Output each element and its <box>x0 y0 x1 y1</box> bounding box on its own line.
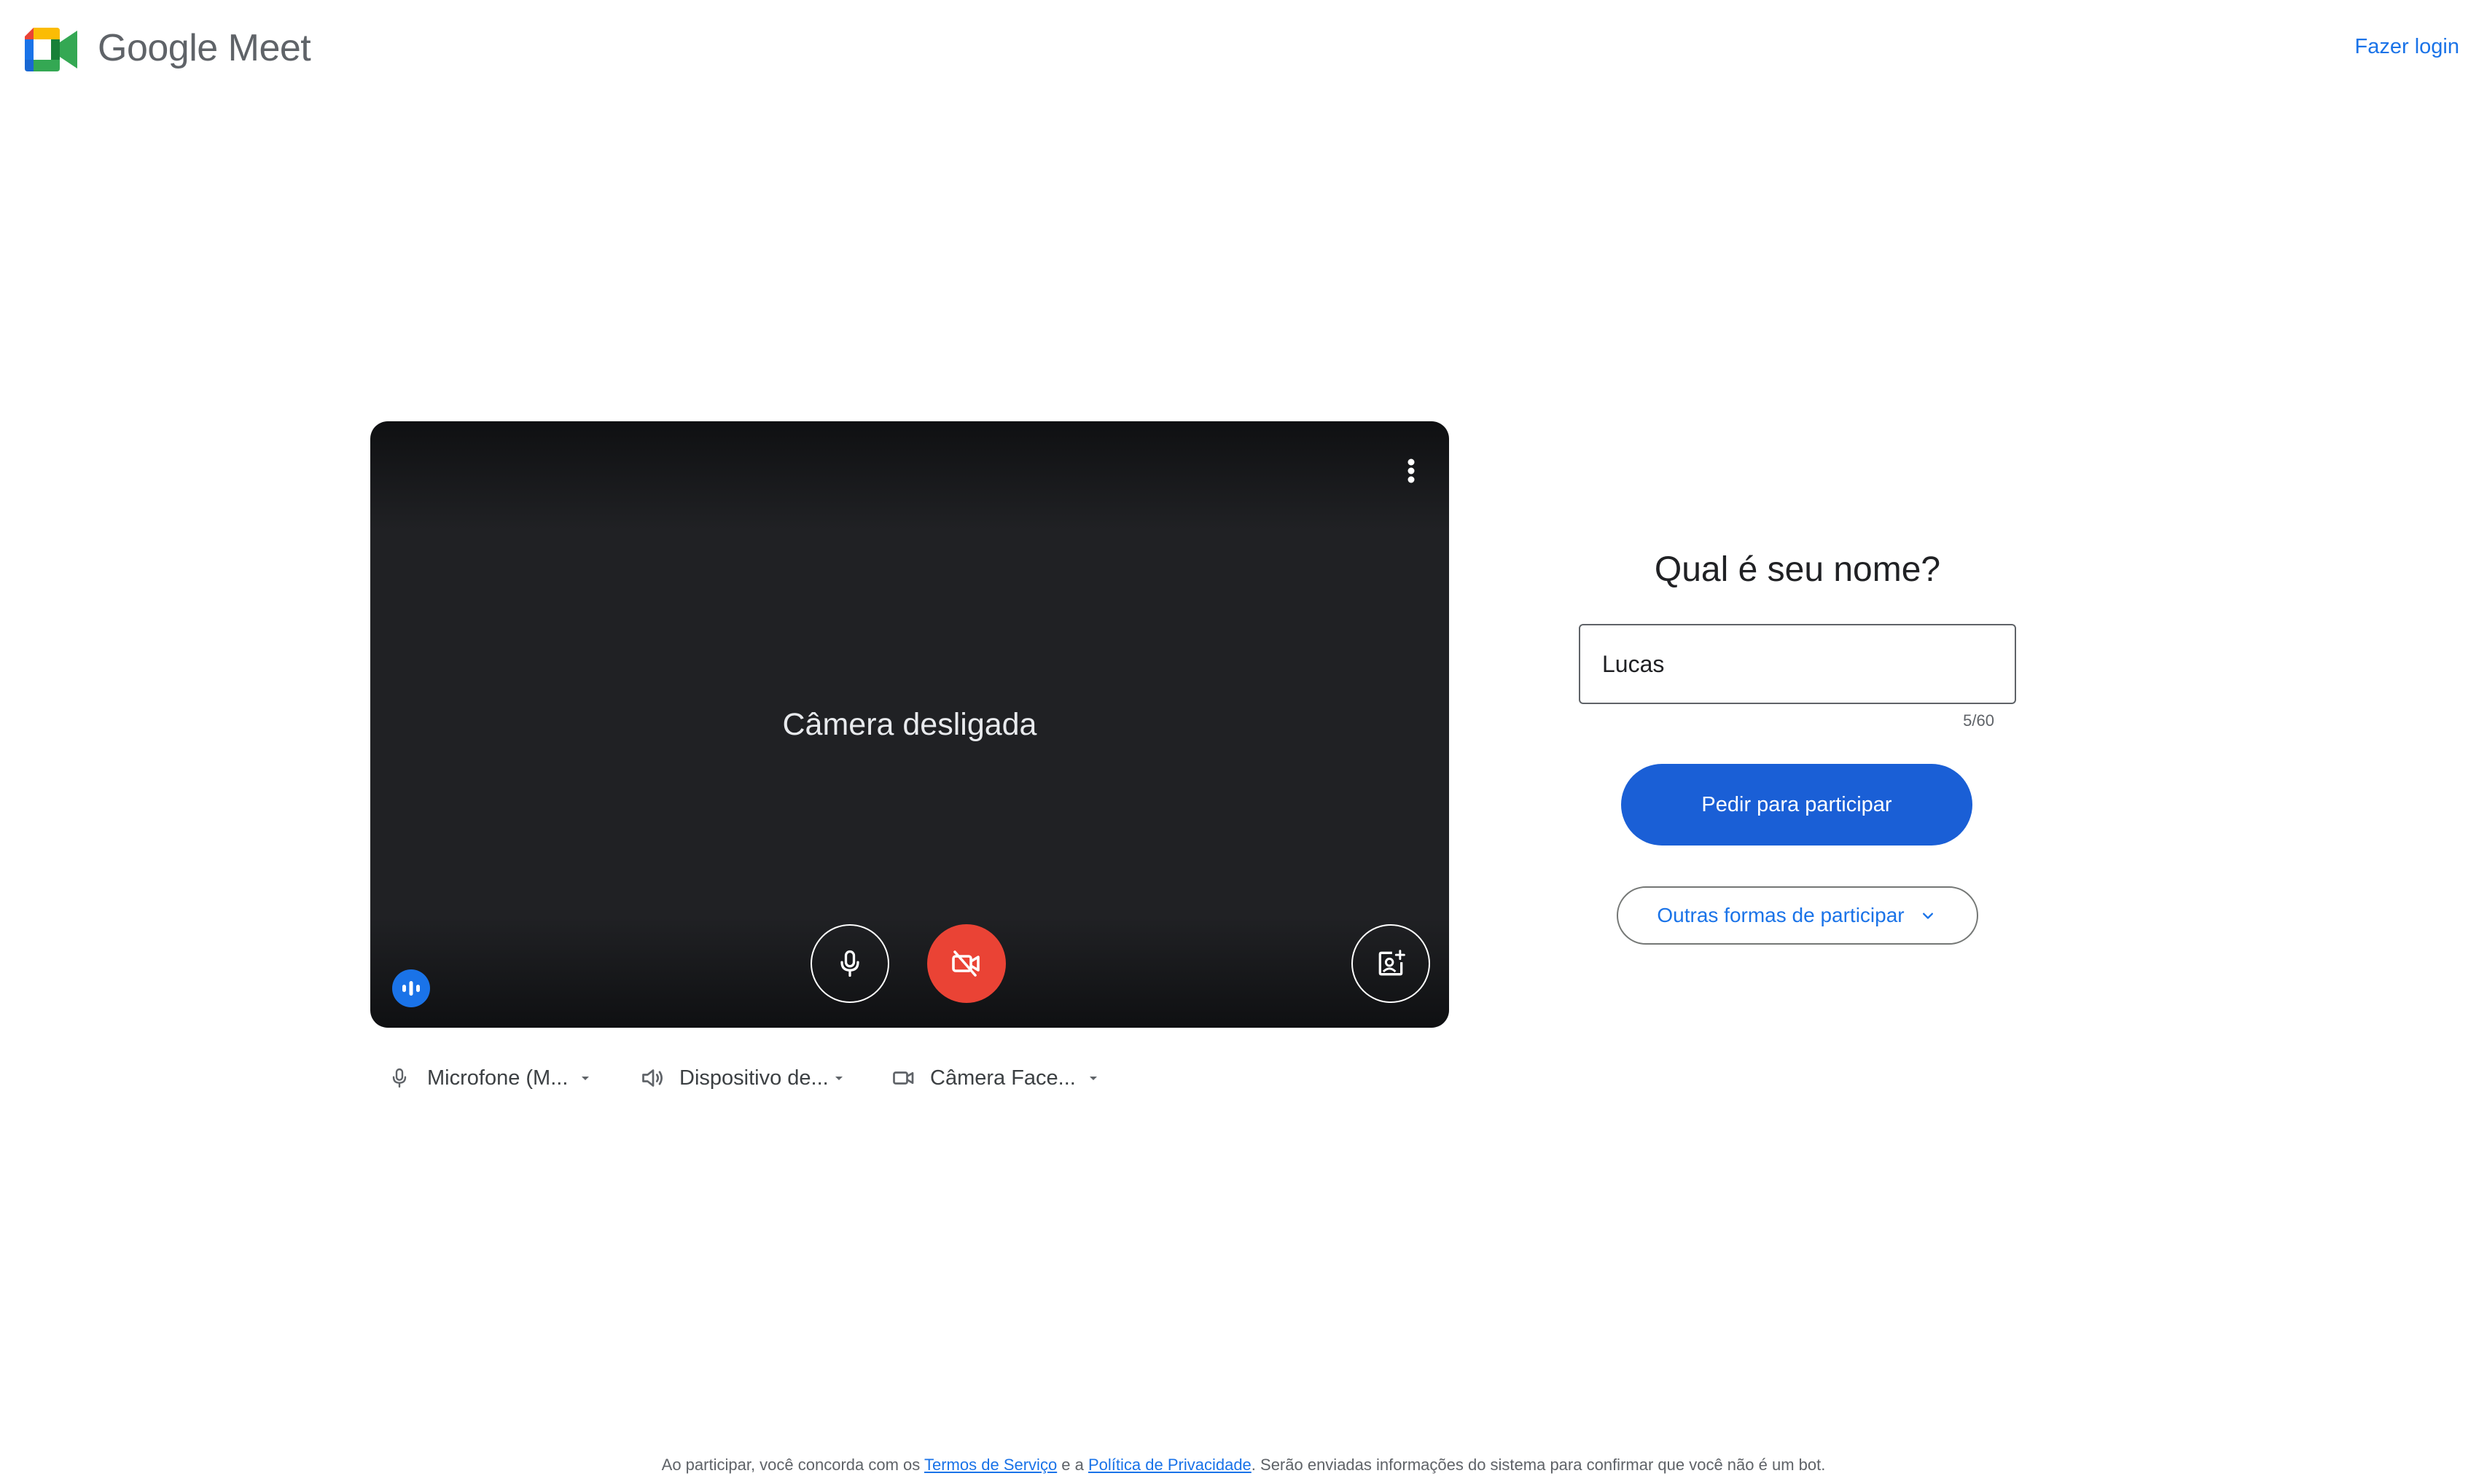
ask-to-join-button[interactable]: Pedir para participar <box>1621 764 1972 846</box>
terms-of-service-link[interactable]: Termos de Serviço <box>924 1456 1057 1474</box>
video-preview: Câmera desligada <box>370 421 1449 1028</box>
videocam-off-icon <box>952 950 980 977</box>
dropdown-caret-icon <box>1089 1077 1097 1080</box>
more-options-button[interactable] <box>1394 442 1429 500</box>
mic-icon <box>392 1068 407 1088</box>
camera-selector[interactable]: Câmera Face... <box>891 1053 1101 1104</box>
google-meet-logo <box>25 26 77 73</box>
videocam-icon <box>893 1071 914 1085</box>
audio-level-indicator <box>392 969 430 1007</box>
dropdown-caret-icon <box>835 1077 843 1080</box>
character-counter: 5/60 <box>1963 711 1994 730</box>
google-meet-logo-icon <box>25 28 77 71</box>
audio-level-icon <box>402 981 420 996</box>
name-prompt-title: Qual é seu nome? <box>1654 550 1941 589</box>
legal-footer: Ao participar, você concorda com os Term… <box>0 1453 2487 1477</box>
microphone-selector-label: Microfone (M... <box>427 1066 569 1090</box>
dropdown-caret-icon <box>582 1077 590 1080</box>
name-input[interactable] <box>1579 624 2016 704</box>
speaker-icon <box>642 1069 663 1087</box>
background-effects-icon <box>1378 950 1405 976</box>
toggle-camera-button[interactable] <box>927 924 1006 1003</box>
other-ways-to-join-button[interactable]: Outras formas de participar <box>1617 886 1978 945</box>
footer-prefix: Ao participar, você concorda com os <box>661 1456 924 1474</box>
background-effects-button[interactable] <box>1351 924 1430 1003</box>
chevron-down-icon <box>1922 913 1933 919</box>
more-vert-icon <box>1408 458 1415 483</box>
microphone-selector[interactable]: Microfone (M... <box>388 1053 593 1104</box>
speaker-selector[interactable]: Dispositivo de... <box>640 1053 846 1104</box>
camera-selector-label: Câmera Face... <box>930 1066 1076 1090</box>
footer-suffix: . Serão enviadas informações do sistema … <box>1251 1456 1826 1474</box>
privacy-policy-link[interactable]: Política de Privacidade <box>1088 1456 1252 1474</box>
footer-middle: e a <box>1057 1456 1088 1474</box>
other-ways-to-join-label: Outras formas de participar <box>1657 904 1905 926</box>
speaker-selector-label: Dispositivo de... <box>679 1066 829 1090</box>
app-name: Google Meet <box>98 27 311 69</box>
mic-icon <box>840 950 859 977</box>
toggle-microphone-button[interactable] <box>811 924 889 1003</box>
camera-off-label: Câmera desligada <box>782 707 1037 742</box>
login-link[interactable]: Fazer login <box>2355 31 2459 63</box>
